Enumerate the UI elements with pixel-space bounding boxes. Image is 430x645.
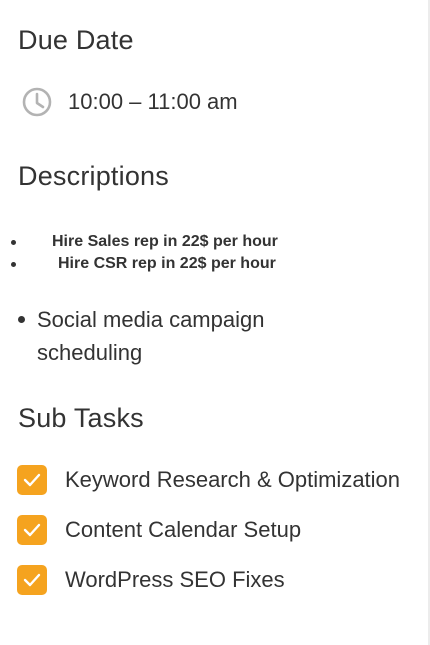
checkmark-icon <box>23 473 41 487</box>
descriptions-title: Descriptions <box>18 161 169 191</box>
subtask-checkbox[interactable] <box>17 465 47 495</box>
subtask-checkbox[interactable] <box>17 565 47 595</box>
subtask-item[interactable]: Content Calendar Setup <box>17 515 301 545</box>
due-time: 10:00 – 11:00 am <box>68 89 238 114</box>
subtask-item[interactable]: Keyword Research & Optimization <box>17 465 400 495</box>
subtask-label: Keyword Research & Optimization <box>65 467 401 492</box>
bullet-dot <box>11 240 16 245</box>
subtask-label: Content Calendar Setup <box>65 517 302 542</box>
description-text: Hire Sales rep in 22$ per hour <box>52 233 278 250</box>
subtask-checkbox[interactable] <box>17 515 47 545</box>
sub-tasks-title: Sub Tasks <box>18 403 144 433</box>
checkmark-icon <box>23 573 41 587</box>
subtask-item[interactable]: WordPress SEO Fixes <box>17 565 285 595</box>
due-date-row: 10:00 – 11:00 am <box>21 86 238 118</box>
due-date-title: Due Date <box>18 25 134 55</box>
description-text: Hire CSR rep in 22$ per hour <box>58 255 276 272</box>
clock-icon <box>21 86 53 118</box>
subtask-label: WordPress SEO Fixes <box>65 567 285 592</box>
checkmark-icon <box>23 523 41 537</box>
description-item: Social media campaign scheduling <box>18 303 318 369</box>
bullet-dot <box>11 262 16 267</box>
bullet-dot <box>18 316 25 323</box>
description-text: Social media campaign scheduling <box>37 307 265 365</box>
